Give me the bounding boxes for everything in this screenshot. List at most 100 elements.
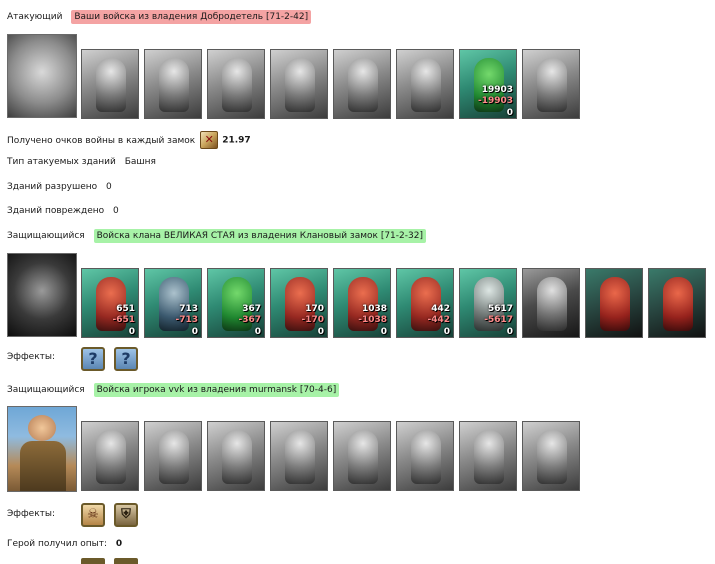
unit-figure [474,430,504,484]
player-effects-label: Эффекты: [7,509,56,519]
unit-figure [159,58,189,112]
defender-player-tag[interactable]: Войска игрока vvk из владения murmansk [… [93,383,340,397]
unit-lost: -1038 [358,315,387,325]
unit-figure [96,58,126,112]
attacker-label: Атакующий [7,12,63,22]
green-druid-unit-icon[interactable]: 19903 -19903 0 [459,49,517,119]
unit-figure [348,58,378,112]
swordsman-unit-icon[interactable] [144,49,202,119]
unknown-effect-icon[interactable]: ? [114,347,138,371]
unit-figure [411,430,441,484]
horse-unit-icon[interactable] [270,421,328,491]
next-effect-icon-partial [114,558,138,564]
demon-mask-crest-icon [7,253,77,337]
destroyed-value: 0 [106,182,112,192]
unit-remaining: 0 [443,327,450,337]
unit-figure [96,430,126,484]
pink-crystal-unit-icon[interactable] [648,268,706,338]
unit-lost: -442 [427,315,450,325]
spiked-beast-unit-icon[interactable]: 5617 -5617 0 [459,268,517,338]
destroyed-label: Зданий разрушено [7,182,98,192]
unit-remaining: 0 [380,327,387,337]
attacker-row: Атакующий Ваши войска из владения Доброд… [7,10,312,24]
unit-figure [222,430,252,484]
spider-unit-icon[interactable]: 1038 -1038 0 [333,268,391,338]
damaged-row: Зданий повреждено 0 [7,206,119,216]
war-points-value: 21.97 [222,135,251,146]
lizard-unit-icon[interactable]: 651 -651 0 [81,268,139,338]
unit-lost: -19903 [477,96,513,106]
unit-remaining: 0 [128,327,135,337]
war-points-icon: ✕ [200,131,219,149]
unit-figure [600,277,630,331]
archer-unit-icon[interactable] [333,49,391,119]
unit-count: 442 [431,304,450,314]
unit-lost: -5617 [484,315,513,325]
clan-effects-label: Эффекты: [7,352,56,362]
unit-figure [663,277,693,331]
damaged-label: Зданий повреждено [7,206,105,216]
gryphon-unit-icon[interactable] [270,49,328,119]
building-type-row: Тип атакуемых зданий Башня [7,157,156,167]
building-type-label: Тип атакуемых зданий [7,157,116,167]
crossbowman-unit-icon[interactable] [144,421,202,491]
defender-clan-tag[interactable]: Войска клана ВЕЛИКАЯ СТАЯ из владения Кл… [93,229,426,243]
unit-figure [537,430,567,484]
hero-exp-label: Герой получил опыт: [7,539,107,549]
damaged-value: 0 [113,206,119,216]
attacker-tag[interactable]: Ваши войска из владения Добродетель [71-… [71,10,312,24]
orc-unit-icon[interactable]: 367 -367 0 [207,268,265,338]
unit-remaining: 0 [317,327,324,337]
unit-figure [222,58,252,112]
unit-count: 19903 [481,85,513,95]
hooded-unit-icon[interactable] [396,421,454,491]
shield-effect-icon[interactable]: ⛨ [114,503,138,527]
ballista-unit-icon[interactable] [333,421,391,491]
tower-structure-icon[interactable] [585,268,643,338]
unknown-effect-icon[interactable]: ? [81,347,105,371]
unit-figure [159,430,189,484]
defender-player-label: Защищающийся [7,385,85,395]
hero-exp-row: Герой получил опыт: 0 [7,539,122,549]
destroyed-row: Зданий разрушено 0 [7,182,112,192]
dwarf-unit-icon[interactable] [81,49,139,119]
mage-unit-icon[interactable] [522,49,580,119]
war-points-row: Получено очков войны в каждый замок ✕ 21.9… [7,131,251,149]
unit-remaining: 0 [191,327,198,337]
dragon-unit-icon[interactable]: 442 -442 0 [396,268,454,338]
next-effect-icon-partial [81,558,105,564]
unit-lost: -713 [175,315,198,325]
defender-clan-label: Защищающийся [7,231,85,241]
war-points-label: Получено очков войны в каждый замок [7,135,196,146]
blade-unit-icon[interactable] [522,421,580,491]
unit-remaining: 0 [506,327,513,337]
monk-unit-icon[interactable] [396,49,454,119]
unit-figure [537,277,567,331]
unit-figure [537,58,567,112]
unit-remaining: 0 [254,327,261,337]
gray-beast-unit-icon[interactable] [522,268,580,338]
red-demon-unit-icon[interactable]: 170 -170 0 [270,268,328,338]
unit-lost: -651 [112,315,135,325]
clan-effects-row: Эффекты: [7,352,55,362]
defender-clan-row: Защищающийся Войска клана ВЕЛИКАЯ СТАЯ и… [7,229,426,243]
unit-figure [348,430,378,484]
unit-lost: -367 [238,315,261,325]
unit-count: 367 [242,304,261,314]
unit-count: 1038 [361,304,387,314]
unit-remaining: 0 [506,108,513,118]
hero-portrait-icon[interactable] [7,406,77,492]
unit-count: 5617 [487,304,513,314]
hero-exp-value: 0 [115,539,123,549]
unit-count: 713 [179,304,198,314]
armored-soldier-unit-icon[interactable] [81,421,139,491]
ogre-unit-icon[interactable]: 713 -713 0 [144,268,202,338]
player-effects-row: Эффекты: [7,509,55,519]
warrior-unit-icon[interactable] [459,421,517,491]
skull-effect-icon[interactable]: ☠ [81,503,105,527]
cavalry-unit-icon[interactable] [207,421,265,491]
knight-unit-icon[interactable] [207,49,265,119]
unit-lost: -170 [301,315,324,325]
unit-figure [285,58,315,112]
unit-figure [285,430,315,484]
